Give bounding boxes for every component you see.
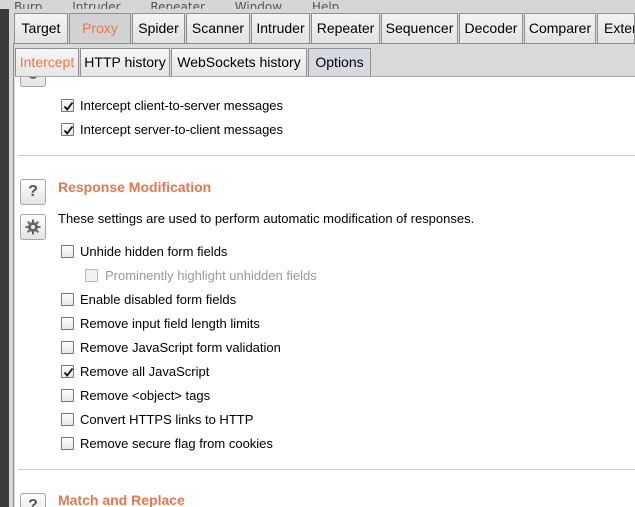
checkbox-remove-secure-flag[interactable] (61, 437, 74, 450)
menu-repeater[interactable]: Repeater (150, 0, 205, 9)
help-icon[interactable]: ? (20, 179, 46, 205)
label-remove-secure-flag: Remove secure flag from cookies (80, 436, 273, 451)
options-content[interactable]: Intercept client-to-server messages Inte… (15, 76, 635, 507)
checkbox-convert-https-links[interactable] (61, 413, 74, 426)
checkbox-remove-js-validation[interactable] (61, 341, 74, 354)
tab-extender[interactable]: Extende (597, 13, 635, 43)
checkbox-remove-length-limits[interactable] (61, 317, 74, 330)
menu-burp[interactable]: Burp (14, 0, 42, 9)
checkbox-unhide-hidden-fields[interactable] (61, 245, 74, 258)
section-description: These settings are used to perform autom… (58, 211, 475, 226)
checkbox-highlight-unhidden-fields[interactable] (85, 269, 98, 282)
checkbox-intercept-server-to-client[interactable] (61, 123, 74, 136)
label-intercept-client-to-server: Intercept client-to-server messages (80, 98, 284, 113)
section-title-response-modification: Response Modification (58, 179, 212, 195)
tab-intercept[interactable]: Intercept (15, 48, 79, 76)
tab-spider[interactable]: Spider (132, 13, 185, 43)
label-intercept-server-to-client: Intercept server-to-client messages (80, 122, 284, 137)
label-convert-https-links: Convert HTTPS links to HTTP (80, 412, 254, 427)
gear-icon[interactable] (20, 77, 46, 87)
label-unhide-hidden-fields: Unhide hidden form fields (80, 244, 228, 259)
tab-options[interactable]: Options (308, 48, 371, 76)
tab-scanner[interactable]: Scanner (186, 13, 250, 43)
gear-icon[interactable] (20, 214, 46, 240)
checkbox-remove-all-javascript[interactable] (61, 365, 74, 378)
checkbox-enable-disabled-fields[interactable] (61, 293, 74, 306)
menu-intruder[interactable]: Intruder (72, 0, 120, 9)
label-remove-object-tags: Remove <object> tags (80, 388, 211, 403)
tab-intruder[interactable]: Intruder (251, 13, 310, 43)
menu-bar: Burp Intruder Repeater Window Help (0, 0, 635, 9)
tab-comparer[interactable]: Comparer (524, 13, 596, 43)
desktop-edge (0, 9, 9, 507)
section-divider (18, 155, 635, 156)
checkbox-remove-object-tags[interactable] (61, 389, 74, 402)
tab-http-history[interactable]: HTTP history (80, 48, 170, 76)
label-remove-js-validation: Remove JavaScript form validation (80, 340, 281, 355)
tab-sequencer[interactable]: Sequencer (381, 13, 458, 43)
checkbox-intercept-client-to-server[interactable] (61, 99, 74, 112)
tab-proxy[interactable]: Proxy (69, 13, 131, 43)
help-icon[interactable]: ? (20, 493, 46, 507)
tab-websockets-history[interactable]: WebSockets history (171, 48, 307, 76)
section-divider (18, 469, 635, 470)
section-title-match-and-replace: Match and Replace (58, 492, 185, 507)
label-enable-disabled-fields: Enable disabled form fields (80, 292, 237, 307)
menu-window[interactable]: Window (235, 0, 282, 9)
tab-target[interactable]: Target (14, 13, 68, 43)
label-remove-all-javascript: Remove all JavaScript (80, 364, 210, 379)
tab-decoder[interactable]: Decoder (459, 13, 523, 43)
menu-help[interactable]: Help (312, 0, 339, 9)
tab-repeater[interactable]: Repeater (311, 13, 380, 43)
label-remove-length-limits: Remove input field length limits (80, 316, 260, 331)
label-highlight-unhidden-fields: Prominently highlight unhidden fields (105, 268, 317, 283)
